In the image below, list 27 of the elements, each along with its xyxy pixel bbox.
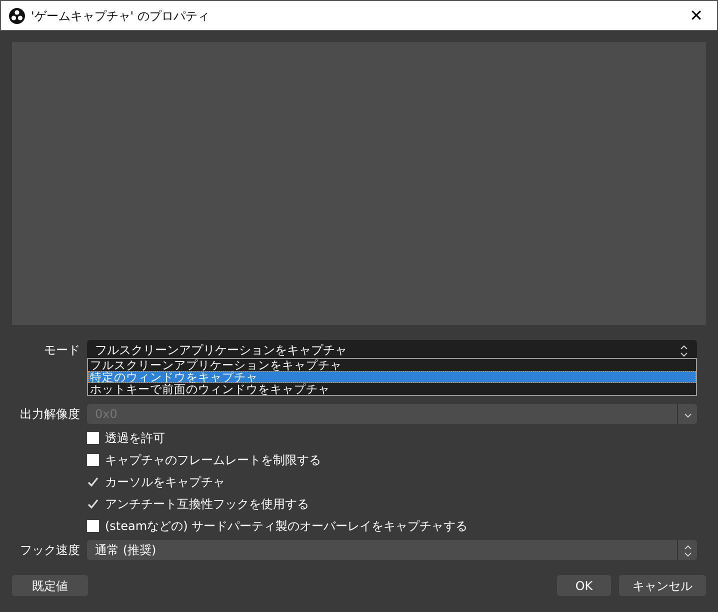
cancel-button[interactable]: キャンセル [619, 575, 706, 596]
app-logo-icon [9, 8, 25, 24]
window-title: 'ゲームキャプチャ' のプロパティ [31, 8, 210, 24]
ok-button[interactable]: OK [557, 575, 611, 596]
checkbox[interactable] [87, 476, 99, 488]
field-label: フック速度 [19, 542, 80, 559]
hook-speed-dropdown[interactable]: 通常 (推奨) [87, 540, 697, 560]
checkbox-label: アンチチート互換性フックを使用する [105, 496, 309, 513]
dropdown-value: フルスクリーンアプリケーションをキャプチャ [95, 342, 347, 359]
field-label: 出力解像度 [19, 406, 80, 423]
close-button[interactable]: ✕ [684, 4, 709, 28]
mode-dropdown[interactable]: フルスクリーンアプリケーションをキャプチャ [87, 340, 697, 360]
checkbox-label: 透過を許可 [105, 430, 165, 447]
spinner-arrows-icon [679, 344, 689, 356]
checkbox-label: カーソルをキャプチャ [105, 474, 225, 491]
checkbox[interactable] [87, 520, 99, 532]
checkbox[interactable] [87, 454, 99, 466]
spinner-arrows-icon [682, 544, 692, 556]
dropdown-option[interactable]: フルスクリーンアプリケーションをキャプチャ [88, 359, 696, 371]
checkbox-label: キャプチャのフレームレートを制限する [105, 452, 321, 469]
dropdown-value: 通常 (推奨) [95, 542, 156, 559]
field-label: モード [43, 342, 80, 359]
checkbox[interactable] [87, 498, 99, 510]
checkbox-label: (steamなどの) サードパーティ製のオーバーレイをキャプチャする [105, 518, 468, 535]
checkbox[interactable] [87, 432, 99, 444]
defaults-button[interactable]: 既定値 [12, 575, 88, 596]
dropdown-option[interactable]: ホットキーで前面のウィンドウをキャプチャ [88, 383, 696, 395]
